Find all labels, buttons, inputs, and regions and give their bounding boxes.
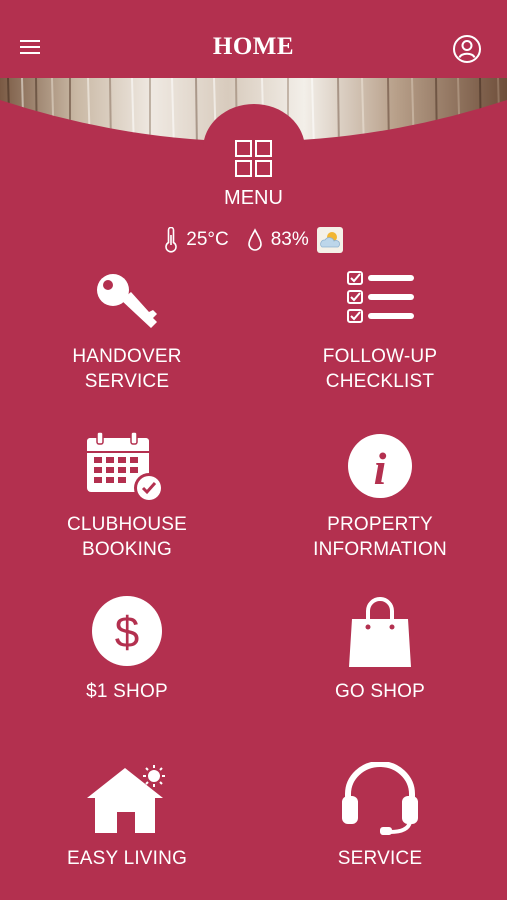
- checklist-icon: [347, 271, 414, 323]
- tile-label: $1 SHOP: [86, 681, 168, 702]
- clubhouse-booking-tile[interactable]: CLUBHOUSE BOOKING: [27, 428, 227, 568]
- tile-label-line2: BOOKING: [81, 539, 173, 560]
- headset-icon: [342, 762, 418, 835]
- partly-cloudy-icon: [316, 227, 343, 253]
- svg-text:$: $: [115, 608, 139, 657]
- svg-text:i: i: [374, 443, 387, 494]
- tile-label-line2: INFORMATION: [313, 539, 447, 560]
- calendar-check-icon: [87, 431, 164, 502]
- user-profile-icon[interactable]: [452, 34, 482, 64]
- dollar-coin-icon: $: [92, 596, 162, 666]
- humidity-drop-icon: [247, 228, 262, 251]
- tile-label-line2: CHECKLIST: [325, 371, 435, 392]
- tile-label: EASY LIVING: [66, 848, 188, 869]
- key-icon: [97, 274, 157, 328]
- service-tile[interactable]: SERVICE: [280, 762, 480, 872]
- menu-grid-icon[interactable]: [234, 139, 274, 179]
- page-title: HOME: [212, 33, 295, 60]
- tile-label: GO SHOP: [334, 681, 426, 702]
- tile-label-line1: FOLLOW-UP: [322, 346, 438, 367]
- follow-up-checklist-tile[interactable]: FOLLOW-UP CHECKLIST: [280, 262, 480, 402]
- weather-bar: 25°C 83%: [0, 226, 507, 254]
- one-dollar-shop-tile[interactable]: $ $1 SHOP: [27, 595, 227, 705]
- handover-service-tile[interactable]: HANDOVER SERVICE: [27, 262, 227, 402]
- tile-label-line2: SERVICE: [84, 371, 170, 392]
- go-shop-tile[interactable]: GO SHOP: [280, 595, 480, 705]
- tile-label-line1: PROPERTY: [327, 514, 433, 535]
- humidity-value: 83%: [270, 229, 309, 250]
- tile-label-line1: HANDOVER: [72, 346, 182, 367]
- app-header: HOME: [0, 0, 507, 80]
- property-information-tile[interactable]: i PROPERTY INFORMATION: [280, 428, 480, 568]
- shopping-bag-icon: [349, 597, 411, 667]
- easy-living-tile[interactable]: EASY LIVING: [27, 762, 227, 872]
- tile-label-line1: CLUBHOUSE: [66, 514, 188, 535]
- thermometer-icon: [165, 227, 178, 253]
- temperature-value: 25°C: [186, 229, 229, 250]
- info-icon: i: [348, 434, 412, 498]
- tile-label: SERVICE: [337, 848, 423, 869]
- house-sun-icon: [87, 765, 165, 833]
- menu-label[interactable]: MENU: [0, 187, 507, 210]
